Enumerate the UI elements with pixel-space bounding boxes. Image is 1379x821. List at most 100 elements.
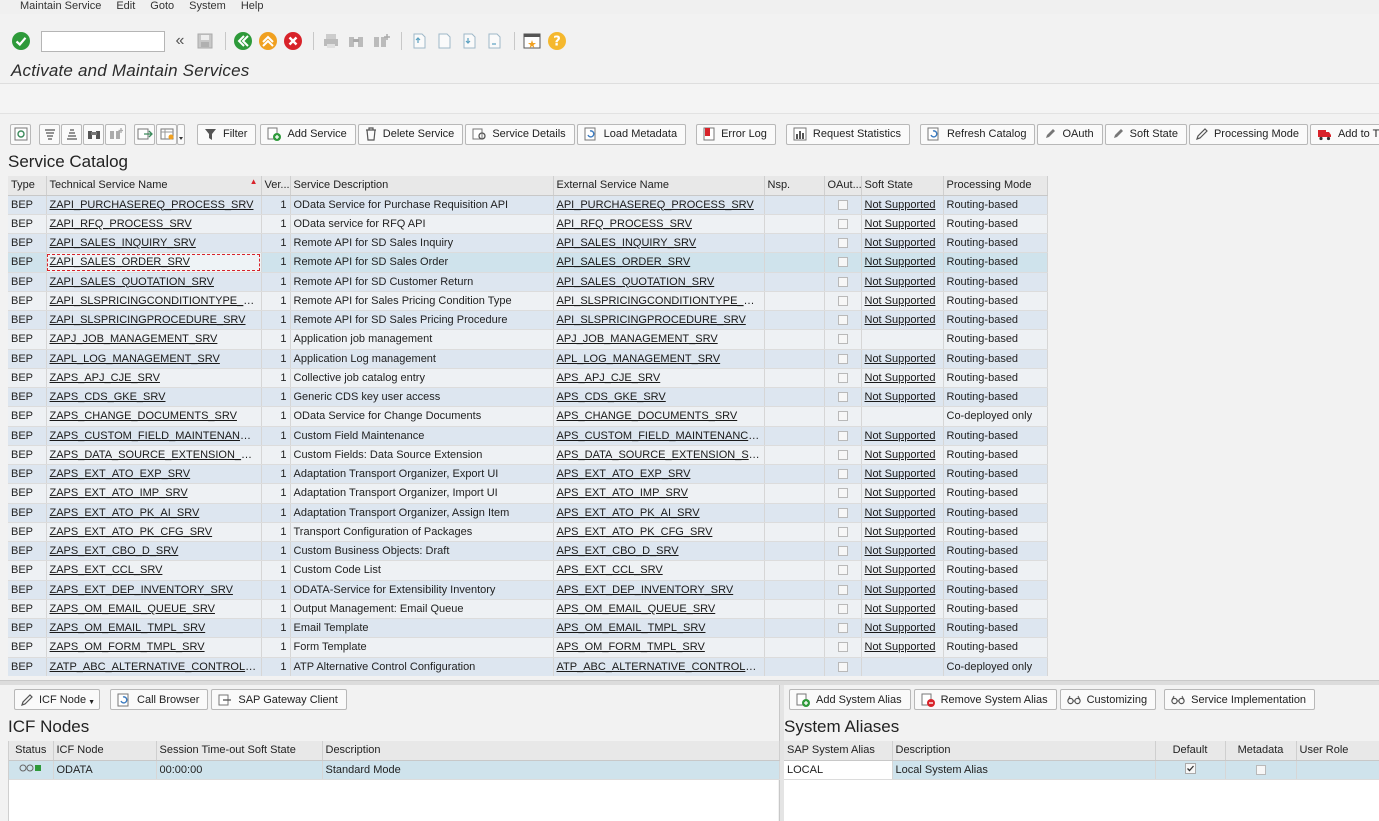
service-row[interactable]: BEP ZAPS_OM_EMAIL_QUEUE_SRV 1 Output Manage… [8,599,1048,620]
technical-service-name-link[interactable]: ZAPS_OM_EMAIL_TMPL_SRV [46,618,262,639]
delete-service-button[interactable]: Delete Service [357,123,464,145]
export-icon[interactable] [134,123,155,145]
external-service-name-link[interactable]: APS_OM_FORM_TMPL_SRV [553,637,765,658]
soft-state-link[interactable]: Not Supported [861,560,944,581]
technical-service-name-link[interactable]: ZATP_ABC_ALTERNATIVE_CONTROL_SRV [46,657,262,676]
find-next-icon[interactable] [105,123,126,145]
oauth-checkbox[interactable] [824,349,862,369]
technical-service-name-link[interactable]: ZAPS_OM_EMAIL_QUEUE_SRV [46,599,262,620]
help-icon[interactable]: ? [546,30,568,52]
collapse-icon[interactable]: « [169,30,191,52]
print-icon[interactable] [320,30,342,52]
soft-state-link[interactable]: Not Supported [861,599,944,620]
oauth-checkbox[interactable] [824,541,862,562]
oauth-checkbox[interactable] [824,426,862,446]
technical-service-name-link[interactable]: ZAPI_PURCHASEREQ_PROCESS_SRV [46,195,262,215]
remove-system-alias-button[interactable]: Remove System Alias [913,689,1057,710]
oauth-checkbox[interactable] [824,580,862,600]
soft-state-link[interactable]: Not Supported [861,310,944,331]
service-row[interactable]: BEP ZAPS_EXT_DEP_INVENTORY_SRV 1 ODATA-Serv… [8,580,1048,600]
soft-state-link[interactable]: Not Supported [861,291,944,312]
soft-state-link[interactable]: Not Supported [861,483,944,504]
oauth-checkbox[interactable] [824,195,862,215]
menu-help[interactable]: Help [241,0,264,14]
service-row[interactable]: BEP ZAPI_SLSPRICINGPROCEDURE_SRV 1 Remote A… [8,310,1048,331]
external-service-name-link[interactable]: APS_APJ_CJE_SRV [553,368,765,389]
oauth-checkbox[interactable] [824,406,862,427]
technical-service-name-link[interactable]: ZAPS_EXT_ATO_EXP_SRV [46,464,262,485]
soft-state-link[interactable]: Not Supported [861,618,944,639]
service-row[interactable]: BEP ZAPS_OM_FORM_TMPL_SRV 1 Form Template AP… [8,637,1048,658]
menu-goto[interactable]: Goto [150,0,174,14]
find-icon[interactable] [345,30,367,52]
external-service-name-link[interactable]: APS_CDS_GKE_SRV [553,387,765,408]
service-row[interactable]: BEP ZAPI_RFQ_PROCESS_SRV 1 OData service fo… [8,214,1048,235]
exit-icon[interactable] [257,30,279,52]
error-log-button[interactable]: Error Log [696,123,776,145]
service-row[interactable]: BEP ZAPI_SALES_QUOTATION_SRV 1 Remote API f… [8,272,1048,292]
technical-service-name-link[interactable]: ZAPS_EXT_CCL_SRV [46,560,262,581]
external-service-name-link[interactable]: APS_EXT_DEP_INVENTORY_SRV [553,580,765,600]
external-service-name-link[interactable]: APS_EXT_CCL_SRV [553,560,765,581]
external-service-name-link[interactable]: APS_CUSTOM_FIELD_MAINTENANCE_SRV [553,426,765,446]
technical-service-name-link[interactable]: ZAPS_EXT_ATO_PK_CFG_SRV [46,522,262,543]
customizing-button[interactable]: Customizing [1059,689,1157,710]
find-next-icon[interactable] [370,30,392,52]
column-header-soft-state[interactable]: Soft State [861,176,944,196]
soft-state-link[interactable]: Not Supported [861,503,944,523]
service-row[interactable]: BEP ZAPS_EXT_ATO_IMP_SRV 1 Adaptation Trans… [8,483,1048,504]
technical-service-name-link[interactable]: ZAPI_SALES_INQUIRY_SRV [46,233,262,254]
column-header-icf-description[interactable]: Description [322,741,780,761]
soft-state-link[interactable]: Not Supported [861,195,944,215]
soft-state-link[interactable]: Not Supported [861,368,944,389]
column-header-alias-description[interactable]: Description [892,741,1156,761]
technical-service-name-link[interactable]: ZAPI_SALES_QUOTATION_SRV [46,272,262,292]
service-row[interactable]: BEP ZATP_ABC_ALTERNATIVE_CONTROL_SRV 1 ATP … [8,657,1048,676]
technical-service-name-link[interactable]: ZAPI_SLSPRICINGPROCEDURE_SRV [46,310,262,331]
service-row[interactable]: BEP ZAPS_APJ_CJE_SRV 1 Collective job catal… [8,368,1048,389]
oauth-checkbox[interactable] [824,252,862,273]
technical-service-name-link[interactable]: ZAPS_CUSTOM_FIELD_MAINTENANCE_SR... [46,426,262,446]
oauth-checkbox[interactable] [824,522,862,543]
oauth-checkbox[interactable] [824,618,862,639]
column-header-oauth[interactable]: OAut... [824,176,862,196]
technical-service-name-link[interactable]: ZAPI_SLSPRICINGCONDITIONTYPE_SRV [46,291,262,312]
service-row[interactable]: BEP ZAPJ_JOB_MANAGEMENT_SRV 1 Application j… [8,329,1048,350]
technical-service-name-link[interactable]: ZAPS_CDS_GKE_SRV [46,387,262,408]
column-header-processing-mode[interactable]: Processing Mode [943,176,1048,196]
service-row[interactable]: BEP ZAPS_CDS_GKE_SRV 1 Generic CDS key user… [8,387,1048,408]
oauth-checkbox[interactable] [824,445,862,466]
column-header-service-description[interactable]: Service Description [290,176,554,196]
soft-state-link[interactable]: Not Supported [861,387,944,408]
technical-service-name-link[interactable]: ZAPS_EXT_DEP_INVENTORY_SRV [46,580,262,600]
external-service-name-link[interactable]: API_SALES_QUOTATION_SRV [553,272,765,292]
oauth-checkbox[interactable] [824,560,862,581]
metadata-checkbox[interactable] [1225,760,1297,780]
technical-service-name-link[interactable]: ZAPS_EXT_ATO_PK_AI_SRV [46,503,262,523]
oauth-checkbox[interactable] [824,272,862,292]
external-service-name-link[interactable]: API_SLSPRICINGPROCEDURE_SRV [553,310,765,331]
external-service-name-link[interactable]: API_SALES_INQUIRY_SRV [553,233,765,254]
technical-service-name-link[interactable]: ZAPS_CHANGE_DOCUMENTS_SRV [46,406,262,427]
column-header-icf-node[interactable]: ICF Node [53,741,157,761]
soft-state-link[interactable]: Not Supported [861,252,944,273]
technical-service-name-link[interactable]: ZAPL_LOG_MANAGEMENT_SRV [46,349,262,369]
soft-state-link[interactable]: Not Supported [861,426,944,446]
cancel-icon[interactable] [282,30,304,52]
find-icon[interactable] [83,123,104,145]
soft-state-link[interactable]: Not Supported [861,445,944,466]
external-service-name-link[interactable]: APJ_JOB_MANAGEMENT_SRV [553,329,765,350]
refresh-catalog-button[interactable]: Refresh Catalog [919,123,1036,145]
external-service-name-link[interactable]: APS_EXT_ATO_IMP_SRV [553,483,765,504]
external-service-name-link[interactable]: APS_OM_EMAIL_TMPL_SRV [553,618,765,639]
service-row[interactable]: BEP ZAPS_DATA_SOURCE_EXTENSION_SRV 1 Custom… [8,445,1048,466]
soft-state-link[interactable]: Not Supported [861,637,944,658]
external-service-name-link[interactable]: API_SALES_ORDER_SRV [553,252,765,273]
service-row[interactable]: BEP ZAPI_SLSPRICINGCONDITIONTYPE_SRV 1 Remo… [8,291,1048,312]
new-session-icon[interactable] [521,30,543,52]
load-metadata-button[interactable]: Load Metadata [576,123,687,145]
service-row[interactable]: BEP ZAPS_EXT_CBO_D_SRV 1 Custom Business Ob… [8,541,1048,562]
service-row[interactable]: BEP ZAPS_EXT_ATO_PK_CFG_SRV 1 Transport Con… [8,522,1048,543]
service-row[interactable]: BEP ZAPI_PURCHASEREQ_PROCESS_SRV 1 OData Se… [8,195,1048,215]
menu-edit[interactable]: Edit [116,0,135,14]
